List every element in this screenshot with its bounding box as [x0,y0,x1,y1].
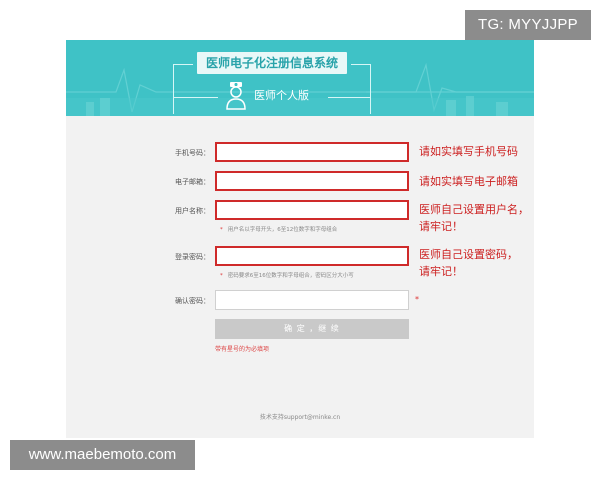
frame-corner-right [351,64,371,114]
confirm-password-field[interactable] [215,290,409,310]
watermark-bottom: www.maebemoto.com [10,440,195,470]
edition-subtitle: 医师个人版 [254,89,309,102]
password-annotation-line2: 请牢记！ [419,265,463,278]
password-field[interactable] [215,246,409,266]
password-annotation-line1: 医师自己设置密码， [419,248,518,261]
username-field[interactable] [215,200,409,220]
required-star: * [220,227,223,233]
watermark-top: TG: MYYJJPP [465,10,591,40]
password-hint: * 密码要求6至16位数字和字母组合，密码区分大小写 [220,272,354,280]
confirm-required-star: * [415,295,419,304]
confirm-continue-button[interactable]: 确 定 ，继 续 [215,319,409,339]
frame-line-left [173,97,218,98]
frame-corner-left [173,64,193,114]
header-banner: 医师电子化注册信息系统 医师个人版 [66,40,534,116]
phone-annotation: 请如实填写手机号码 [419,145,518,158]
email-label: 电子邮箱： [175,178,210,186]
tech-support-footer: 技术支持support@minke.cn [259,414,341,421]
username-hint: * 用户名以字母开头，6至12位数字和字母组合 [220,226,337,234]
confirm-password-label: 确认密码： [175,297,210,305]
username-hint-text: 用户名以字母开头，6至12位数字和字母组合 [227,227,338,233]
phone-field[interactable] [215,142,409,162]
username-label: 用户名称： [175,207,210,215]
frame-line-right [328,97,371,98]
doctor-icon [226,82,246,110]
required-note-link[interactable]: 带有星号的为必填项 [215,346,269,354]
username-annotation-line2: 请牢记！ [419,220,463,233]
email-field[interactable] [215,171,409,191]
email-annotation: 请如实填写电子邮箱 [419,175,518,188]
password-label: 登录密码： [175,253,210,261]
phone-label: 手机号码： [175,149,210,157]
password-hint-text: 密码要求6至16位数字和字母组合，密码区分大小写 [227,273,354,279]
required-star: * [220,273,223,279]
username-annotation-line1: 医师自己设置用户名， [419,203,529,216]
system-title: 医师电子化注册信息系统 [197,52,347,74]
